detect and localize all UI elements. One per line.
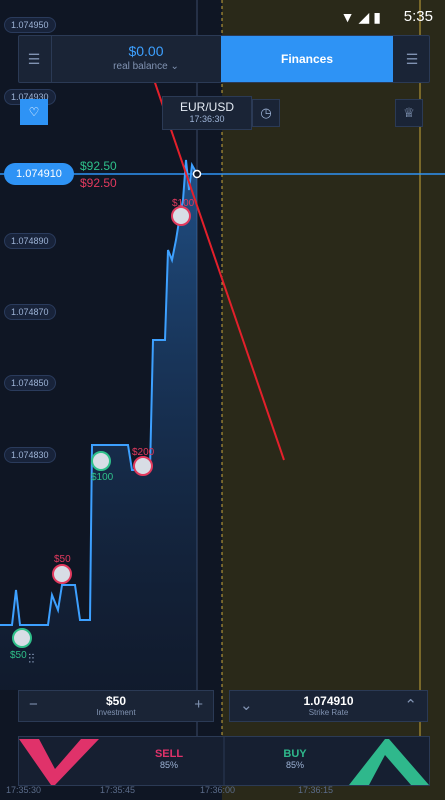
- chevron-down-icon[interactable]: ⌄: [240, 696, 253, 714]
- left-menu-icon[interactable]: ☰: [19, 36, 49, 82]
- price-label: 1.074890: [4, 233, 56, 249]
- current-price-badge: 1.074910: [4, 163, 74, 185]
- time-label: 17:36:15: [298, 785, 334, 795]
- sell-label: SELL: [154, 748, 184, 760]
- buy-arrow-icon: [349, 739, 429, 785]
- trade-marker: [12, 628, 32, 648]
- price-label: 1.074850: [4, 375, 56, 391]
- minus-icon[interactable]: −: [29, 696, 38, 713]
- asset-pair: EUR/USD: [179, 100, 234, 114]
- trade-label: $100: [172, 198, 195, 209]
- sell-arrow-icon: [19, 739, 99, 785]
- profit-up: $92.50: [80, 159, 117, 173]
- trade-marker: [133, 456, 153, 476]
- buy-label: BUY: [283, 748, 307, 760]
- price-label: 1.074870: [4, 304, 56, 320]
- strike-label: Strike Rate: [308, 708, 349, 717]
- asset-selector[interactable]: EUR/USD 17:36:30: [162, 96, 252, 130]
- status-bar: ▼◢▮ 5:35: [0, 0, 445, 34]
- trophy-icon[interactable]: ♕: [395, 99, 423, 127]
- trade-label: $50: [54, 554, 71, 565]
- price-label: 1.074830: [4, 447, 56, 463]
- sell-button[interactable]: SELL 85%: [139, 748, 199, 770]
- asset-time: 17:36:30: [189, 114, 225, 124]
- status-time: 5:35: [403, 8, 433, 25]
- chevron-down-icon: ⌄: [170, 61, 179, 72]
- trade-label: $200: [132, 447, 155, 458]
- finances-button[interactable]: Finances: [221, 36, 393, 82]
- trade-row: SELL 85% BUY 85%: [18, 736, 430, 786]
- buy-button[interactable]: BUY 85%: [265, 748, 325, 770]
- balance-amount: $0.00: [128, 43, 164, 59]
- buy-percent: 85%: [285, 760, 304, 770]
- investment-label: Investment: [96, 708, 136, 717]
- trade-label: $50: [10, 650, 27, 661]
- right-menu-icon[interactable]: ☰: [395, 36, 429, 82]
- strike-value[interactable]: 1.074910: [230, 694, 427, 708]
- plus-icon[interactable]: +: [194, 696, 203, 713]
- price-label: 1.074950: [4, 17, 56, 33]
- trade-marker: [171, 206, 191, 226]
- time-label: 17:35:45: [100, 785, 136, 795]
- time-label: 17:35:30: [6, 785, 42, 795]
- balance-label: real balance: [113, 61, 168, 72]
- profit-down: $92.50: [80, 176, 117, 190]
- sell-percent: 85%: [159, 760, 178, 770]
- time-label: 17:36:00: [200, 785, 236, 795]
- clock-icon[interactable]: ◷: [252, 99, 280, 127]
- investment-value[interactable]: $50: [19, 694, 213, 708]
- trade-arrows: [19, 737, 429, 785]
- strike-panel: ⌄ 1.074910 Strike Rate ⌃: [229, 690, 428, 722]
- investment-panel: − $50 Investment +: [18, 690, 214, 722]
- balance-selector[interactable]: $0.00 real balance ⌄: [51, 36, 241, 82]
- trade-marker: [91, 451, 111, 471]
- current-point: [192, 169, 202, 179]
- heart-icon[interactable]: ♡: [20, 99, 48, 125]
- indicators-icon[interactable]: ⫶⫶: [28, 651, 35, 667]
- trade-marker: [52, 564, 72, 584]
- chevron-up-icon[interactable]: ⌃: [404, 696, 417, 714]
- trade-label: $100: [91, 472, 114, 483]
- time-axis: 17:35:30 17:35:45 17:36:00 17:36:15: [0, 785, 445, 800]
- status-icons: ▼◢▮: [340, 9, 385, 25]
- top-bar: ☰ $0.00 real balance ⌄ Finances ☰: [18, 35, 430, 83]
